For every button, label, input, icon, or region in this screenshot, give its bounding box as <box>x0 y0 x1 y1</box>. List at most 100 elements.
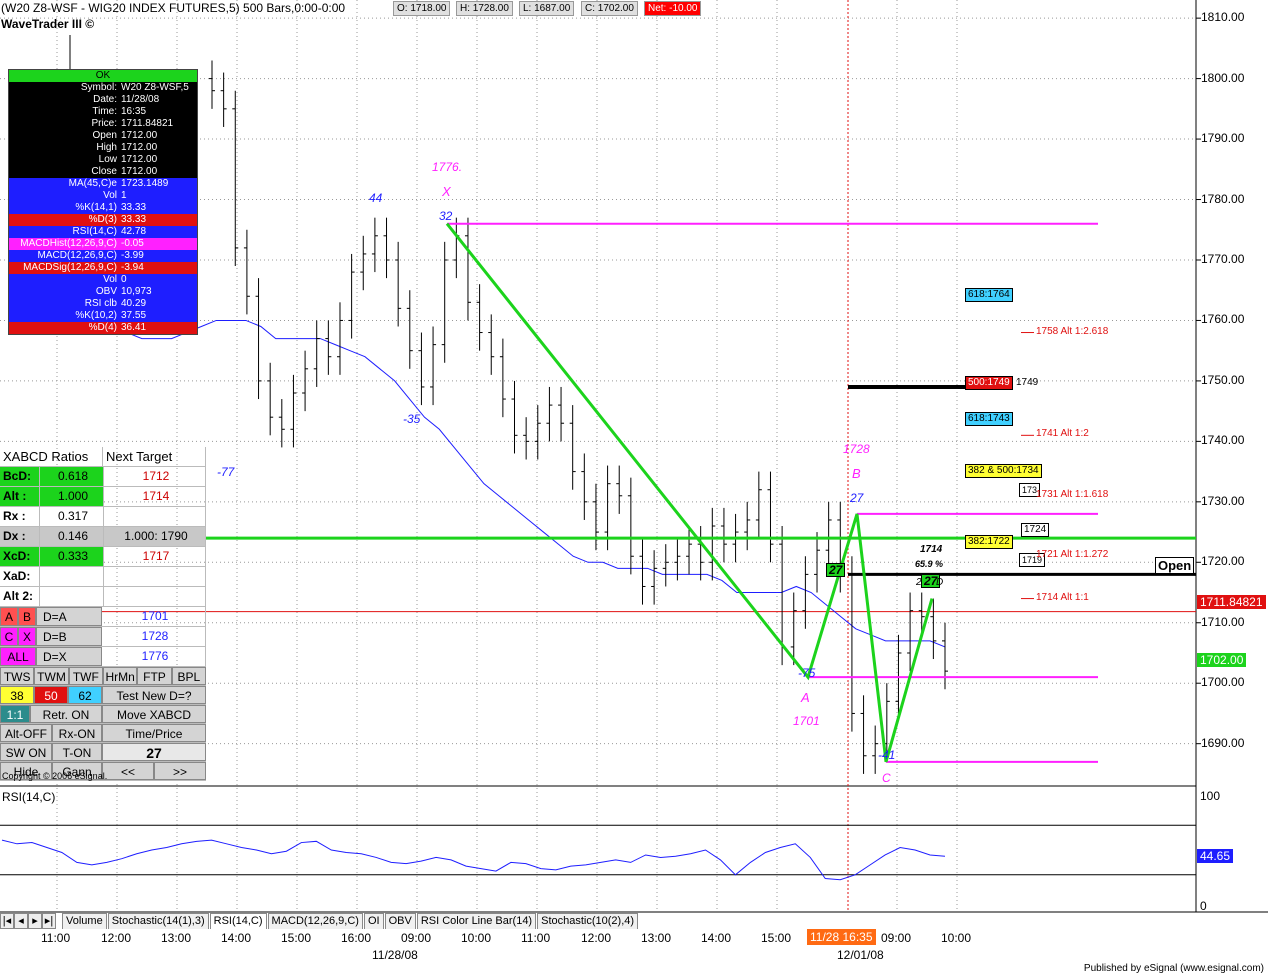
link-c-button[interactable]: C <box>0 627 18 646</box>
info-key: Low <box>98 154 117 165</box>
info-key: Symbol: <box>80 82 117 93</box>
low-value: L: 1687.00 <box>519 1 575 16</box>
info-row: %K(10,2) 37.55 <box>9 310 197 322</box>
indicator-tabs: |◂ ◂ ▸ ▸| Volume Stochastic(14(1),3) RSI(1… <box>0 913 1196 929</box>
alt-target-label: 1721 Alt 1:1.272 <box>1036 549 1109 561</box>
open-value: O: 1718.00 <box>393 1 451 16</box>
alt-target-label: 1741 Alt 1:2 <box>1036 428 1089 440</box>
time-axis-label: 11:00 <box>41 931 71 945</box>
c-label: C <box>882 771 891 785</box>
link-b-button[interactable]: B <box>18 607 36 626</box>
info-row: OBV 10,973 <box>9 286 197 298</box>
xabcd-ratio-label: Rx : <box>0 507 40 526</box>
d-label: D <box>936 577 944 588</box>
target-618-1743: 618:1743 <box>965 412 1013 426</box>
info-key: Vol <box>103 274 117 285</box>
tool-hrmn-button[interactable]: HrMn <box>102 667 138 685</box>
xabcd-ratio-value: 0.317 <box>40 507 104 526</box>
date-label-1: 11/28/08 <box>372 948 418 962</box>
ratio-50-button[interactable]: 50 <box>34 686 68 704</box>
tool-twm-button[interactable]: TWM <box>34 667 69 685</box>
info-key: %K(14,1) <box>75 202 117 213</box>
info-key: Close <box>91 166 117 177</box>
info-value: 36.41 <box>121 322 147 333</box>
chart-title: (W20 Z8-WSF - WIG20 INDEX FUTURES,5) 500… <box>1 1 346 15</box>
retracement-toggle[interactable]: Retr. ON <box>30 705 102 723</box>
ratio-1-1-button[interactable]: 1:1 <box>0 705 30 723</box>
alt-off-toggle[interactable]: Alt-OFF <box>0 724 52 742</box>
rsi-value-badge: 44.65 <box>1197 849 1234 863</box>
date-label-2: 12/01/08 <box>837 948 884 962</box>
time-axis-label: 11:00 <box>521 931 551 945</box>
target-500-1749: 500:1749 <box>965 376 1013 390</box>
xabcd-ratio-value: 0.618 <box>40 467 104 486</box>
t-on-toggle[interactable]: T-ON <box>52 743 102 761</box>
info-row: MACDSig(12,26,9,C) -3.94 <box>9 262 197 274</box>
tool-bpl-button[interactable]: BPL <box>171 667 206 685</box>
tool-twf-button[interactable]: TWF <box>68 667 103 685</box>
tab-6[interactable]: RSI Color Line Bar(14) <box>416 913 537 929</box>
info-value: 33.33 <box>121 202 147 213</box>
xabcd-target-value: 1712 <box>104 467 206 486</box>
ratio-38-button[interactable]: 38 <box>0 686 34 704</box>
info-value: 1712.00 <box>121 166 158 177</box>
rx-on-toggle[interactable]: Rx-ON <box>52 724 102 742</box>
price-axis-label: 1790.00 <box>1201 131 1245 146</box>
info-key: Price: <box>91 118 117 129</box>
move-xabcd-button[interactable]: Move XABCD <box>102 705 206 723</box>
x-count-label: 32 <box>439 209 453 223</box>
sw-on-toggle[interactable]: SW ON <box>0 743 52 761</box>
price-axis-label: 1730.00 <box>1201 493 1245 508</box>
info-value: 33.33 <box>121 214 147 225</box>
info-row: Time: 16:35 <box>9 106 197 118</box>
link-x-button[interactable]: X <box>18 627 36 646</box>
info-row: MA(45,C)e 1723.1489 <box>9 178 197 190</box>
info-key: %D(3) <box>88 214 117 225</box>
link-a-button[interactable]: A <box>0 607 18 626</box>
time-axis-label: 10:00 <box>941 931 972 945</box>
ratio-62-button[interactable]: 62 <box>68 686 102 704</box>
info-row: %K(14,1) 33.33 <box>9 202 197 214</box>
tab-3[interactable]: MACD(12,26,9,C) <box>267 913 363 929</box>
info-value: -0.05 <box>121 238 144 249</box>
price-axis-label: 1690.00 <box>1201 735 1245 750</box>
tab-2[interactable]: RSI(14,C) <box>209 913 267 929</box>
test-new-d-button[interactable]: Test New D=? <box>102 686 206 704</box>
xabcd-row: Rx :0.317 <box>0 507 206 527</box>
tab-last-button[interactable]: ▸| <box>42 913 56 929</box>
tab-5[interactable]: OBV <box>384 913 416 929</box>
info-value: 1712.00 <box>121 154 158 165</box>
time-axis-label: 15:00 <box>761 931 792 945</box>
trough-count-label-1: -35 <box>403 412 421 426</box>
tab-prev-button[interactable]: ◂ <box>14 913 28 929</box>
a-price-label: 1701 <box>793 714 820 728</box>
link-all-button[interactable]: ALL <box>0 647 36 666</box>
tab-first-button[interactable]: |◂ <box>0 913 14 929</box>
info-key: MACDSig(12,26,9,C) <box>23 262 117 273</box>
tab-next-button[interactable]: ▸ <box>28 913 42 929</box>
time-price-button[interactable]: Time/Price <box>102 724 206 742</box>
tab-4[interactable]: OI <box>363 913 384 929</box>
tool-ftp-button[interactable]: FTP <box>137 667 172 685</box>
time-axis-label: 16:00 <box>341 931 372 945</box>
info-row: MACD(12,26,9,C) -3.99 <box>9 250 197 262</box>
info-value: 11/28/08 <box>121 94 160 105</box>
info-row: %D(3) 33.33 <box>9 214 197 226</box>
link-equation: D=X <box>36 647 102 666</box>
info-key: %K(10,2) <box>75 310 117 321</box>
info-value: 37.55 <box>121 310 147 321</box>
x-label: X <box>442 184 451 199</box>
price-axis-label: 1780.00 <box>1201 191 1245 206</box>
link-value: 1728 <box>102 627 206 646</box>
tab-7[interactable]: Stochastic(10(2),4) <box>537 913 639 929</box>
next-button[interactable]: >> <box>154 762 206 780</box>
tab-1[interactable]: Stochastic(14(1),3) <box>107 913 209 929</box>
price-axis-label: 1800.00 <box>1201 70 1245 85</box>
target-382-1722: 382:1722 <box>965 535 1013 549</box>
info-value: 1712.00 <box>121 130 158 141</box>
tab-0[interactable]: Volume <box>62 913 107 929</box>
xabcd-link-row: C X D=B 1728 <box>0 627 206 647</box>
prev-button[interactable]: << <box>102 762 154 780</box>
tool-tws-button[interactable]: TWS <box>0 667 35 685</box>
x-price-label: 1776. <box>432 160 463 174</box>
